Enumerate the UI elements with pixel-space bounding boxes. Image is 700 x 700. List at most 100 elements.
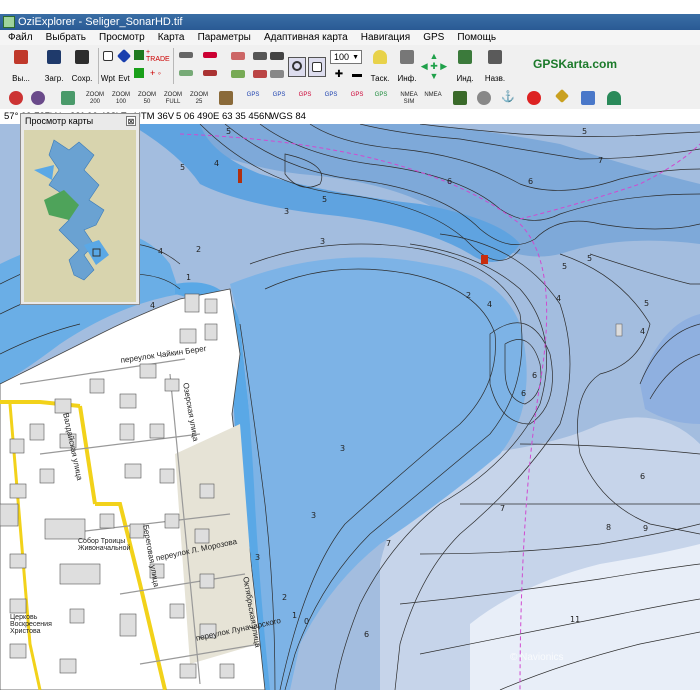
gps-config-button[interactable]: [218, 90, 234, 106]
map-view-button[interactable]: [60, 90, 76, 106]
name-icon: [488, 50, 502, 64]
route-tool-3[interactable]: [176, 67, 196, 83]
track-log-button[interactable]: [452, 90, 468, 106]
depth-label: 7: [386, 539, 391, 548]
track-tool-2[interactable]: [250, 49, 270, 65]
stop-button[interactable]: [526, 90, 542, 106]
overview-title: Просмотр карты: [25, 116, 94, 126]
close-icon[interactable]: ⊠: [126, 116, 136, 126]
compass-button[interactable]: [554, 88, 570, 106]
overview-map[interactable]: [24, 130, 136, 302]
toolbar-separator: [98, 48, 99, 84]
route-tool-1[interactable]: [176, 49, 196, 65]
zoom-value: 100: [334, 52, 350, 62]
exit-button[interactable]: Вы...: [6, 47, 36, 85]
track-tool-5[interactable]: [250, 67, 270, 83]
zoom-200-button[interactable]: ZOOM 200: [84, 92, 106, 106]
building: [29, 423, 45, 441]
menu-options[interactable]: Параметры: [193, 30, 256, 45]
menu-map[interactable]: Карта: [153, 30, 190, 45]
gps-button-3[interactable]: GPS: [294, 92, 316, 99]
find-button[interactable]: [288, 57, 306, 77]
zoom-select[interactable]: 100 ▼: [330, 50, 362, 64]
window-title: OziExplorer - Seliger_SonarHD.tif: [18, 16, 183, 28]
nmea-sim-button[interactable]: NMEA SIM: [398, 92, 420, 106]
depth-label: 4: [158, 247, 163, 256]
depth-label: 6: [364, 630, 369, 639]
brand-text: GPSKarta.com: [533, 57, 618, 71]
gps-button-5[interactable]: GPS: [346, 92, 368, 99]
copy-button[interactable]: [308, 57, 326, 77]
menu-view[interactable]: Просмотр: [94, 30, 150, 45]
gps-button-6[interactable]: GPS: [370, 92, 392, 99]
gps-button-2[interactable]: GPS: [268, 92, 290, 99]
compass-icon: [554, 88, 570, 104]
overview-panel: Просмотр карты ⊠: [20, 113, 140, 305]
building: [39, 468, 55, 484]
route-tool-4[interactable]: [200, 67, 220, 83]
evt-button[interactable]: Evt: [116, 47, 132, 85]
menu-navigation[interactable]: Навигация: [356, 30, 415, 45]
graph-button[interactable]: [580, 90, 596, 106]
refresh-button[interactable]: [8, 90, 24, 106]
depth-label: 1: [292, 611, 297, 620]
depth-label: 3: [320, 237, 325, 246]
map-marker: [238, 169, 242, 183]
track-tool-1[interactable]: [228, 49, 248, 65]
wpt-button[interactable]: Wpt: [100, 47, 116, 85]
track-tool-6[interactable]: [268, 67, 286, 83]
gps-button-1[interactable]: GPS: [242, 92, 264, 99]
building: [99, 513, 115, 529]
index-button[interactable]: Инд.: [452, 47, 478, 85]
depth-label: 7: [598, 156, 603, 165]
globe-icon: [31, 91, 45, 105]
map-marker: [615, 323, 623, 337]
building: [219, 663, 235, 679]
route-tool-2[interactable]: [200, 49, 220, 65]
drag-button[interactable]: Таск.: [366, 47, 394, 85]
pan-control[interactable]: ▲ ◀ ✚ ▶ ▼: [420, 51, 448, 81]
depth-label: 7: [500, 504, 505, 513]
menu-file[interactable]: Файл: [0, 30, 38, 45]
zoom-out-button[interactable]: ▬: [350, 69, 364, 83]
building: [9, 598, 27, 614]
event-icon: [116, 48, 132, 64]
app-icon: [3, 16, 15, 28]
depth-label: 4: [556, 294, 561, 303]
menu-gps[interactable]: GPS: [418, 30, 449, 45]
zoom-full-button[interactable]: ZOOM FULL: [162, 92, 184, 106]
building: [119, 393, 137, 409]
depth-label: 3: [340, 444, 345, 453]
building: [159, 468, 175, 484]
building: [119, 613, 137, 637]
anchor-button[interactable]: ⚓: [500, 90, 516, 106]
globe-button[interactable]: [30, 90, 46, 106]
zoom-25-button[interactable]: ZOOM 25: [188, 92, 210, 106]
zoom-50-button[interactable]: ZOOM 50: [136, 92, 158, 106]
save-button[interactable]: Сохр.: [68, 47, 96, 85]
menu-bar: Файл Выбрать Просмотр Карта Параметры Ад…: [0, 30, 700, 46]
secondary-toolbar: ZOOM 200 ZOOM 100 ZOOM 50 ZOOM FULL ZOOM…: [0, 87, 700, 110]
signal-button[interactable]: [606, 90, 622, 106]
track-tools[interactable]: + TRADE + ◦: [132, 48, 172, 84]
building: [199, 483, 215, 499]
depth-label: 4: [150, 301, 155, 310]
gps-button-4[interactable]: GPS: [320, 92, 342, 99]
menu-adaptive-map[interactable]: Адаптивная карта: [259, 30, 353, 45]
track-tool-4[interactable]: [228, 67, 248, 83]
load-button[interactable]: Загр.: [40, 47, 68, 85]
route-button[interactable]: [476, 90, 492, 106]
building: [89, 378, 105, 394]
depth-label: 4: [640, 327, 645, 336]
name-button[interactable]: Назв.: [482, 47, 508, 85]
info-button[interactable]: Инф.: [394, 47, 420, 85]
zoom-100-button[interactable]: ZOOM 100: [110, 92, 132, 106]
building: [194, 528, 210, 544]
menu-select[interactable]: Выбрать: [41, 30, 91, 45]
building: [9, 643, 27, 659]
track-tool-3[interactable]: [268, 49, 286, 65]
nmea-button[interactable]: NMEA: [422, 92, 444, 99]
zoom-in-button[interactable]: ✚: [332, 69, 346, 83]
building: [9, 483, 27, 499]
menu-help[interactable]: Помощь: [452, 30, 501, 45]
